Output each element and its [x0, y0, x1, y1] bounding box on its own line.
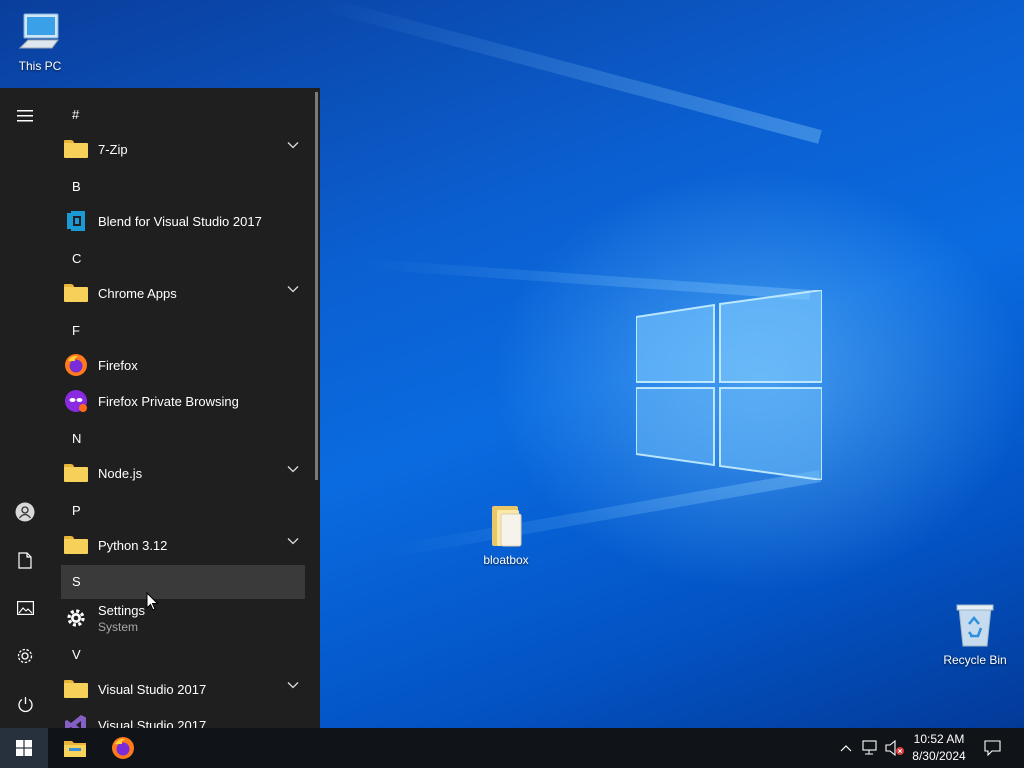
- light-ray: [385, 470, 822, 559]
- app-chrome-apps[interactable]: Chrome Apps: [61, 275, 305, 311]
- app-nodejs[interactable]: Node.js: [61, 455, 305, 491]
- chevron-down-icon[interactable]: [287, 141, 299, 149]
- account-button[interactable]: [0, 488, 50, 536]
- firefox-icon: [63, 352, 89, 378]
- group-header-s[interactable]: S: [61, 565, 305, 599]
- group-letter: B: [72, 179, 81, 194]
- group-letter: F: [72, 323, 80, 338]
- desktop-icon-recycle-bin[interactable]: Recycle Bin: [935, 602, 1015, 667]
- firefox-private-icon: [63, 388, 89, 414]
- group-header-p[interactable]: P: [61, 494, 305, 528]
- group-header-v[interactable]: V: [61, 638, 305, 672]
- group-header-f[interactable]: F: [61, 314, 305, 348]
- app-blend[interactable]: Blend for Visual Studio 2017: [61, 203, 305, 239]
- action-center-button[interactable]: [976, 728, 1008, 768]
- app-visual-studio-folder[interactable]: Visual Studio 2017: [61, 671, 305, 707]
- pictures-button[interactable]: [0, 584, 50, 632]
- pictures-icon: [16, 601, 34, 615]
- group-header-hash[interactable]: #: [61, 98, 305, 132]
- documents-button[interactable]: [0, 536, 50, 584]
- volume-button[interactable]: [884, 728, 906, 768]
- desktop-icon-label: bloatbox: [483, 553, 529, 567]
- folder-icon: [63, 460, 89, 486]
- hamburger-icon: [17, 110, 33, 122]
- app-python[interactable]: Python 3.12: [61, 527, 305, 563]
- documents-icon: [18, 551, 32, 569]
- computer-icon: [18, 13, 59, 49]
- network-button[interactable]: [859, 728, 883, 768]
- clock-date: 8/30/2024: [912, 749, 966, 763]
- desktop-icon-this-pc[interactable]: This PC: [0, 10, 80, 73]
- desktop-icon-label: Recycle Bin: [943, 653, 1007, 667]
- chevron-down-icon[interactable]: [287, 285, 299, 293]
- mouse-cursor-icon: [146, 592, 158, 611]
- recycle-bin-icon: [956, 604, 994, 647]
- taskbar: 10:52 AM 8/30/2024: [0, 728, 1024, 768]
- taskbar-firefox[interactable]: [100, 728, 146, 768]
- start-menu: # 7-Zip B Blend for Visual Studio 2017 C…: [0, 88, 320, 728]
- app-label: Firefox Private Browsing: [98, 393, 239, 409]
- app-label: Blend for Visual Studio 2017: [98, 213, 262, 229]
- folder-icon: [63, 532, 89, 558]
- chevron-up-icon: [840, 745, 852, 752]
- start-rail: [0, 88, 50, 728]
- app-visual-studio[interactable]: Visual Studio 2017: [61, 707, 305, 728]
- start-button[interactable]: [0, 728, 48, 768]
- app-label: Chrome Apps: [98, 285, 177, 301]
- app-label: Visual Studio 2017: [98, 717, 207, 729]
- app-label: Python 3.12: [98, 537, 168, 553]
- settings-icon: [17, 648, 33, 664]
- group-header-n[interactable]: N: [61, 422, 305, 456]
- show-hidden-icons-button[interactable]: [836, 728, 856, 768]
- group-header-b[interactable]: B: [61, 170, 305, 204]
- taskbar-file-explorer[interactable]: [52, 728, 98, 768]
- app-label: Firefox: [98, 357, 138, 373]
- chevron-down-icon[interactable]: [287, 465, 299, 473]
- app-label: Settings: [98, 602, 145, 618]
- group-letter: #: [72, 107, 80, 122]
- app-7zip[interactable]: 7-Zip: [61, 131, 305, 167]
- group-letter: V: [72, 647, 81, 662]
- desktop-icon-label: This PC: [18, 59, 62, 73]
- group-letter: P: [72, 503, 81, 518]
- app-list-scrollbar[interactable]: [315, 92, 318, 480]
- windows-logo: [636, 290, 822, 480]
- app-subtitle: System: [98, 619, 139, 634]
- expand-menu-button[interactable]: [0, 92, 50, 140]
- clock-time: 10:52 AM: [913, 732, 965, 746]
- light-ray: [315, 0, 822, 144]
- app-list[interactable]: # 7-Zip B Blend for Visual Studio 2017 C…: [50, 88, 312, 728]
- action-center-icon: [983, 740, 1001, 756]
- group-letter: N: [72, 431, 82, 446]
- visual-studio-icon: [63, 712, 89, 728]
- user-icon: [15, 502, 35, 522]
- folder-icon: [63, 280, 89, 306]
- taskbar-clock[interactable]: 10:52 AM 8/30/2024: [906, 731, 972, 765]
- app-label: 7-Zip: [98, 141, 128, 157]
- folder-icon: [63, 136, 89, 162]
- app-label: Visual Studio 2017: [98, 681, 207, 697]
- app-settings[interactable]: Settings System: [61, 598, 305, 638]
- group-header-c[interactable]: C: [61, 242, 305, 276]
- chevron-down-icon[interactable]: [287, 681, 299, 689]
- file-explorer-icon: [64, 741, 86, 757]
- blend-icon: [63, 208, 89, 234]
- volume-muted-icon: [885, 740, 904, 756]
- group-letter: C: [72, 251, 82, 266]
- folder-icon: [492, 506, 522, 547]
- chevron-down-icon[interactable]: [287, 537, 299, 545]
- power-icon: [17, 696, 33, 712]
- windows-start-icon: [16, 740, 32, 756]
- group-letter: S: [72, 574, 81, 589]
- app-firefox-private[interactable]: Firefox Private Browsing: [61, 383, 305, 419]
- app-firefox[interactable]: Firefox: [61, 347, 305, 383]
- folder-icon: [63, 676, 89, 702]
- gear-icon: [63, 605, 89, 631]
- settings-button[interactable]: [0, 632, 50, 680]
- power-button[interactable]: [0, 680, 50, 728]
- firefox-icon: [112, 737, 134, 759]
- app-label: Node.js: [98, 465, 143, 481]
- desktop-icon-bloatbox[interactable]: bloatbox: [466, 504, 546, 567]
- network-icon: [862, 740, 877, 755]
